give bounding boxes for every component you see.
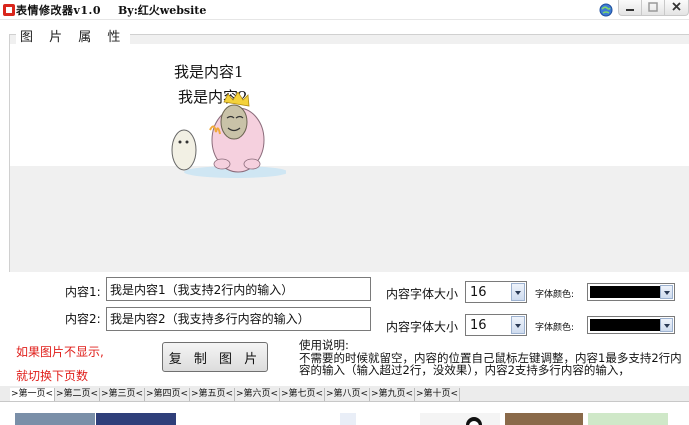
window-title: 表情修改器v1.0 <box>16 4 102 17</box>
help-body: 不需要的时候就留空，内容的位置自己鼠标左键调整，内容1最多支持2行内容的输入（输… <box>299 350 682 377</box>
notice-line-2: 就切换下页数 <box>16 369 89 383</box>
thumbnail-2[interactable] <box>96 413 176 425</box>
globe-icon[interactable] <box>599 3 613 17</box>
notice-line-1: 如果图片不显示, <box>16 345 104 359</box>
maximize-button[interactable] <box>641 0 665 16</box>
content1-label: 内容1: <box>65 285 101 299</box>
picture-properties-label: 图 片 属 性 <box>16 26 131 45</box>
chevron-down-icon[interactable] <box>660 318 673 332</box>
content2-label: 内容2: <box>65 312 101 326</box>
content1-color-select[interactable] <box>587 283 675 301</box>
close-button[interactable] <box>664 0 689 16</box>
copy-image-button[interactable]: 复 制 图 片 <box>162 342 268 372</box>
page-tabs: >第一页< >第二页< >第三页< >第四页< >第五页< >第六页< >第七页… <box>10 388 460 401</box>
content2-input[interactable]: 我是内容2（我支持多行内容的输入） <box>106 307 371 331</box>
tab-page-4[interactable]: >第四页< <box>145 388 190 401</box>
app-icon <box>3 4 15 16</box>
thumbnail-4[interactable] <box>420 413 500 425</box>
tab-page-5[interactable]: >第五页< <box>190 388 235 401</box>
content2-color-swatch <box>590 319 660 331</box>
content2-size-value: 16 <box>470 318 487 333</box>
thumbnail-3[interactable] <box>340 413 356 425</box>
minimize-icon <box>626 9 634 11</box>
content2-color-select[interactable] <box>587 316 675 334</box>
tab-page-3[interactable]: >第三页< <box>100 388 145 401</box>
content2-size-select[interactable]: 16 <box>465 314 527 336</box>
preview-canvas[interactable] <box>10 44 689 166</box>
window-author: By:红火website <box>118 4 207 17</box>
preview-text-1[interactable]: 我是内容1 <box>174 61 244 82</box>
content1-input[interactable] <box>106 277 371 301</box>
panda-icon <box>466 417 482 425</box>
close-icon <box>672 2 681 11</box>
content1-size-select[interactable]: 16 <box>465 281 527 303</box>
tab-page-7[interactable]: >第七页< <box>280 388 325 401</box>
content2-size-label: 内容字体大小 <box>386 320 459 334</box>
help-title: 使用说明: <box>299 338 349 352</box>
minimize-button[interactable] <box>618 0 642 16</box>
content1-color-swatch <box>590 286 660 298</box>
thumbnail-5[interactable] <box>505 413 583 425</box>
tab-page-8[interactable]: >第八页< <box>325 388 370 401</box>
content1-size-label: 内容字体大小 <box>386 287 459 301</box>
tab-page-1[interactable]: >第一页< <box>10 388 55 401</box>
chevron-down-icon[interactable] <box>511 283 525 301</box>
maximize-icon <box>648 2 658 12</box>
help-text: 使用说明: 不需要的时候就留空，内容的位置自己鼠标左键调整，内容1最多支持2行内… <box>299 339 689 377</box>
tab-page-6[interactable]: >第六页< <box>235 388 280 401</box>
content2-color-label: 字体颜色: <box>535 323 575 333</box>
meme-image <box>171 92 286 178</box>
tab-page-9[interactable]: >第九页< <box>370 388 415 401</box>
content1-size-value: 16 <box>470 285 487 300</box>
tab-page-2[interactable]: >第二页< <box>55 388 100 401</box>
tab-page-10[interactable]: >第十页< <box>415 388 460 401</box>
content1-color-label: 字体颜色: <box>535 290 575 300</box>
thumbnail-6[interactable] <box>588 413 668 425</box>
title-bar: 表情修改器v1.0 By:红火website <box>0 0 689 20</box>
chevron-down-icon[interactable] <box>511 316 525 334</box>
thumbnail-1[interactable] <box>15 413 95 425</box>
chevron-down-icon[interactable] <box>660 285 673 299</box>
